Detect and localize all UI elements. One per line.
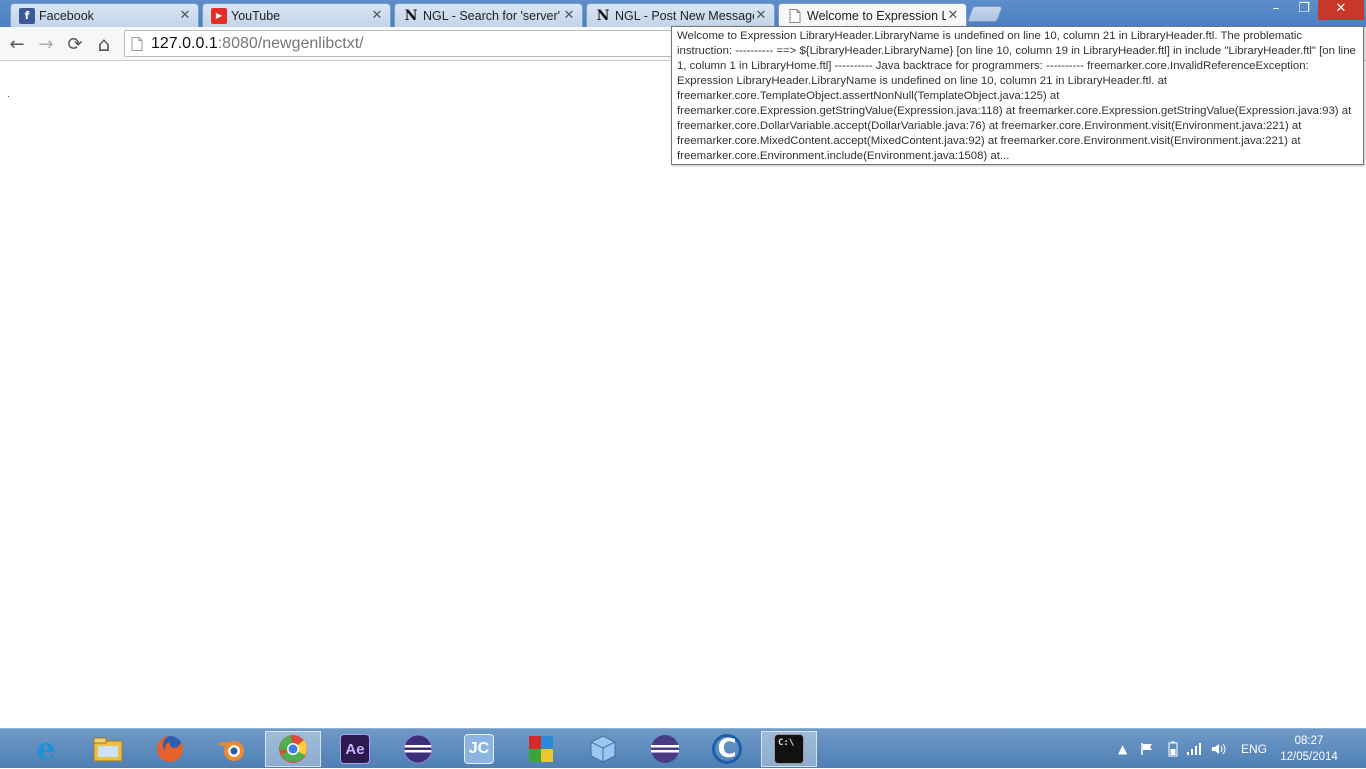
forward-button[interactable]: →	[34, 32, 58, 56]
system-clock[interactable]: 08:27 12/05/2014	[1274, 733, 1344, 765]
action-center-icon[interactable]	[1140, 729, 1154, 769]
taskbar-after-effects[interactable]: Ae	[327, 731, 383, 767]
url-text: 127.0.0.1:8080/newgenlibctxt/	[151, 35, 364, 53]
tab-label: YouTube	[231, 8, 281, 23]
taskbar-virtualbox[interactable]	[575, 731, 631, 767]
ngl-icon: N	[404, 7, 418, 24]
tab-label: Facebook	[39, 8, 94, 23]
reload-button[interactable]: ⟳	[63, 32, 87, 56]
clock-date: 12/05/2014	[1280, 751, 1338, 763]
internet-explorer-icon: e	[36, 731, 56, 767]
flag-icon	[1141, 743, 1152, 755]
ccleaner-icon: C	[712, 734, 742, 764]
reload-icon: ⟳	[67, 33, 83, 55]
eclipse-icon	[403, 734, 433, 764]
taskbar-file-explorer[interactable]	[80, 731, 136, 767]
jcreator-icon: JC	[464, 734, 494, 764]
new-tab-button[interactable]	[967, 6, 1003, 22]
taskbar-jcreator[interactable]: JC	[451, 731, 507, 767]
tab-label: Welcome to Expression Lil	[807, 8, 946, 23]
taskbar-internet-explorer[interactable]: e	[18, 731, 74, 767]
tab-ngl-search[interactable]: N NGL - Search for 'server' ✕	[394, 3, 583, 27]
page-icon	[131, 36, 145, 52]
tab-youtube[interactable]: ▶ YouTube ✕	[202, 3, 391, 27]
eclipse-alt-icon	[650, 734, 680, 764]
error-tooltip: Welcome to Expression LibraryHeader.Libr…	[671, 26, 1364, 165]
tab-close-icon[interactable]: ✕	[178, 8, 192, 23]
after-effects-icon: Ae	[340, 734, 370, 764]
home-icon: ⌂	[97, 32, 111, 56]
blender-icon	[217, 734, 247, 764]
virtualbox-icon	[588, 734, 618, 764]
taskbar-winrar[interactable]	[513, 731, 569, 767]
back-arrow-icon: ←	[9, 33, 25, 55]
network-signal-icon[interactable]	[1186, 729, 1202, 769]
language-indicator[interactable]: ENG	[1241, 729, 1267, 769]
winrar-icon	[526, 734, 556, 764]
minimize-button[interactable]: –	[1262, 0, 1290, 20]
tab-label: NGL - Search for 'server'	[423, 8, 560, 23]
file-explorer-icon	[93, 734, 123, 764]
taskbar-command-prompt[interactable]: C:\	[761, 731, 817, 767]
battery-icon[interactable]	[1168, 729, 1178, 769]
volume-icon[interactable]	[1211, 729, 1227, 769]
taskbar-chrome[interactable]	[265, 731, 321, 767]
taskbar-firefox[interactable]	[142, 731, 198, 767]
clock-time: 08:27	[1294, 735, 1324, 747]
address-bar[interactable]: 127.0.0.1:8080/newgenlibctxt/	[124, 30, 684, 57]
windows-taskbar: e Ae JC C C:\ ▲ ENG 08:27 12/05/2014	[0, 728, 1366, 768]
home-button[interactable]: ⌂	[92, 32, 116, 56]
close-window-button[interactable]: ✕	[1318, 0, 1364, 20]
youtube-icon: ▶	[211, 7, 227, 24]
command-prompt-icon: C:\	[774, 734, 804, 764]
chrome-icon	[278, 734, 308, 764]
browser-tab-strip: f Facebook ✕ ▶ YouTube ✕ N NGL - Search …	[0, 0, 1366, 27]
forward-arrow-icon: →	[38, 33, 54, 55]
show-hidden-icons-button[interactable]: ▲	[1118, 729, 1127, 769]
tab-close-icon[interactable]: ✕	[946, 8, 960, 23]
url-host: 127.0.0.1	[151, 34, 218, 52]
url-path: :8080/newgenlibctxt/	[217, 34, 364, 52]
maximize-button[interactable]: ❐	[1290, 0, 1318, 20]
taskbar-eclipse-alt[interactable]	[637, 731, 693, 767]
tab-close-icon[interactable]: ✕	[370, 8, 384, 23]
taskbar-ccleaner[interactable]: C	[699, 731, 755, 767]
tab-ngl-post[interactable]: N NGL - Post New Message ✕	[586, 3, 775, 27]
facebook-icon: f	[19, 7, 35, 24]
tab-close-icon[interactable]: ✕	[754, 8, 768, 23]
page-icon	[787, 8, 803, 24]
ngl-icon: N	[596, 7, 610, 24]
back-button[interactable]: ←	[5, 32, 29, 56]
chevron-up-icon: ▲	[1118, 742, 1128, 756]
taskbar-blender[interactable]	[204, 731, 260, 767]
tab-expression-library[interactable]: Welcome to Expression Lil ✕	[778, 3, 967, 27]
broken-image-dot	[8, 96, 9, 97]
tab-close-icon[interactable]: ✕	[562, 8, 576, 23]
taskbar-eclipse[interactable]	[390, 731, 446, 767]
tab-facebook[interactable]: f Facebook ✕	[10, 3, 199, 27]
firefox-icon	[155, 734, 185, 764]
tab-label: NGL - Post New Message	[615, 8, 754, 23]
